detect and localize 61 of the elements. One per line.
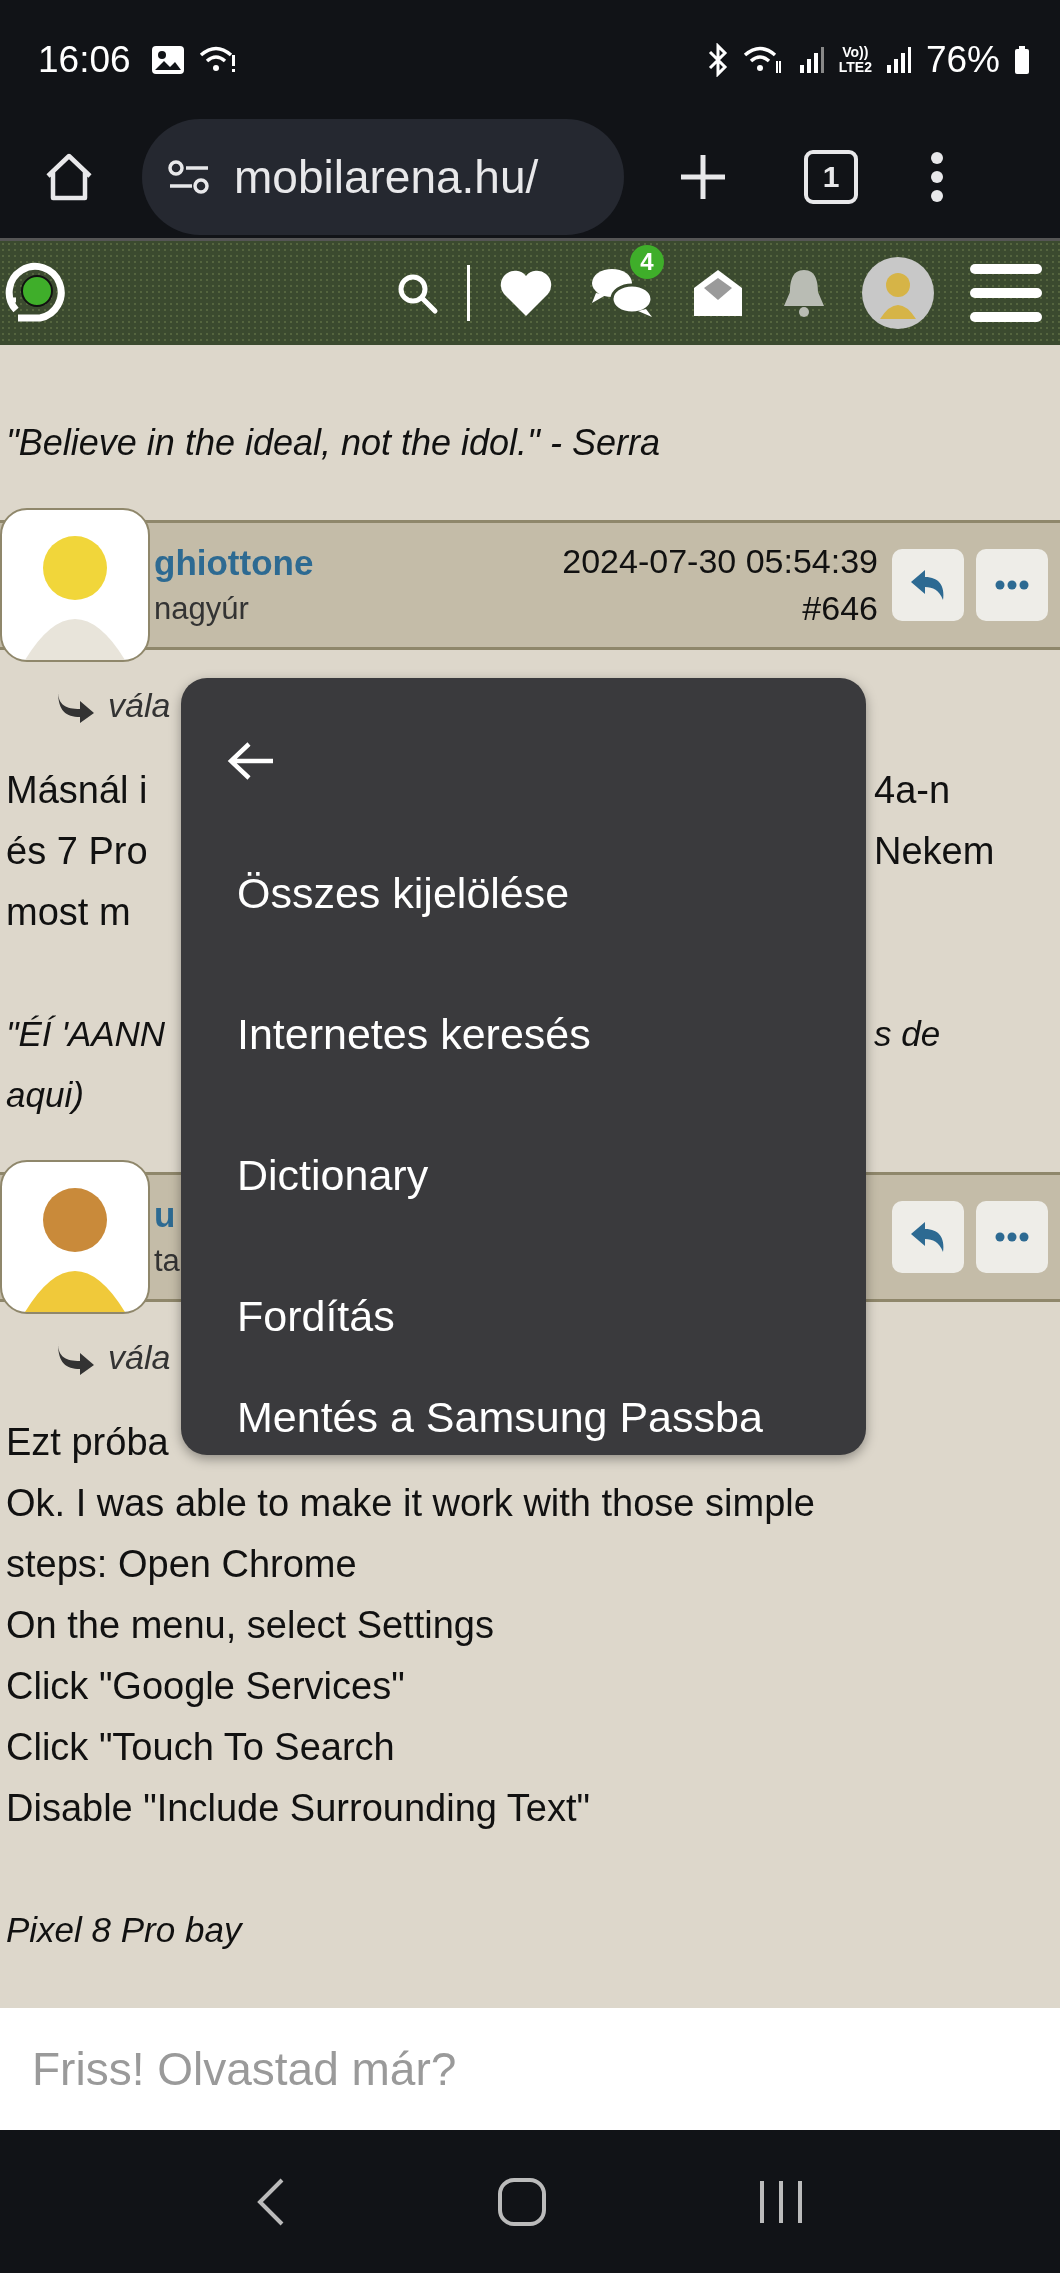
back-arrow-icon[interactable] — [227, 740, 275, 781]
reply-link[interactable]: vála — [108, 1337, 171, 1377]
new-tab-icon[interactable] — [678, 152, 728, 202]
url-text: mobilarena.hu/ — [234, 150, 539, 204]
post-text: Ok. I was able to make it work with those simple — [6, 1481, 815, 1526]
bluetooth-icon — [706, 43, 729, 77]
signal-icon — [885, 45, 912, 75]
user-rank: ta — [154, 1243, 180, 1279]
user-rank: nagyúr — [154, 591, 250, 627]
image-icon — [150, 45, 185, 75]
ellipsis-icon — [995, 580, 1029, 590]
menu-icon[interactable] — [968, 262, 1044, 324]
post-number[interactable]: #646 — [802, 589, 878, 628]
menu-item[interactable]: Fordítás — [181, 1246, 866, 1387]
back-icon[interactable] — [255, 2176, 286, 2227]
reply-button[interactable] — [892, 1201, 964, 1273]
post-text: most m — [6, 890, 131, 935]
post-text: Ezt próba — [6, 1420, 169, 1465]
volte-label: Vo)) LTE2 — [838, 45, 872, 75]
signature-text: "ÉÍ 'AANN — [6, 1013, 166, 1055]
clock: 16:06 — [38, 39, 131, 81]
heart-icon[interactable] — [498, 268, 554, 318]
post-text: On the menu, select Settings — [6, 1603, 494, 1648]
user-avatar[interactable] — [0, 1160, 150, 1314]
battery-level: 76% — [925, 39, 1000, 81]
post-text: Nekem — [874, 829, 995, 874]
site-settings-icon[interactable] — [166, 157, 212, 197]
more-options-icon[interactable] — [930, 151, 944, 203]
reply-field[interactable]: Friss! Olvastad már? — [0, 2008, 1060, 2130]
signal-icon — [798, 45, 825, 75]
post-text: Disable "Include Surrounding Text" — [6, 1786, 590, 1831]
post-text: 4a-n — [874, 768, 951, 813]
signature-text: "Believe in the ideal, not the idol." - Serra — [5, 421, 661, 465]
battery-icon — [1014, 45, 1030, 75]
user-avatar[interactable] — [862, 257, 934, 329]
signature-text: Pixel 8 Pro bay — [6, 1909, 242, 1951]
post-text: Click "Touch To Search — [6, 1725, 395, 1770]
message-count-badge: 4 — [630, 245, 664, 279]
home-icon[interactable] — [497, 2176, 547, 2227]
more-button[interactable] — [976, 1201, 1048, 1273]
menu-item[interactable]: Internetes keresés — [181, 964, 866, 1105]
more-button[interactable] — [976, 549, 1048, 621]
menu-item[interactable]: Mentés a Samsung Passba — [181, 1387, 866, 1455]
menu-item[interactable]: Dictionary — [181, 1105, 866, 1246]
signature-text: s de — [874, 1013, 941, 1055]
menu-item[interactable]: Összes kijelölése — [181, 823, 866, 964]
post-text: és 7 Pro — [6, 829, 148, 874]
post-date: 2024-07-30 05:54:39 — [562, 542, 878, 581]
address-bar[interactable]: mobilarena.hu/ — [142, 119, 624, 235]
post-text: Másnál i — [6, 768, 148, 813]
post-text: Click "Google Services" — [6, 1664, 405, 1709]
signature-text: aqui) — [6, 1074, 84, 1116]
post-text: steps: Open Chrome — [6, 1542, 357, 1587]
recent-apps-icon[interactable] — [758, 2178, 805, 2225]
wifi-icon — [198, 45, 237, 75]
site-logo-icon[interactable] — [4, 262, 66, 324]
ellipsis-icon — [995, 1232, 1029, 1242]
tab-count-button[interactable]: 1 — [804, 150, 858, 204]
reply-button[interactable] — [892, 549, 964, 621]
user-avatar[interactable] — [0, 508, 150, 662]
reply-link[interactable]: vála — [108, 685, 171, 725]
